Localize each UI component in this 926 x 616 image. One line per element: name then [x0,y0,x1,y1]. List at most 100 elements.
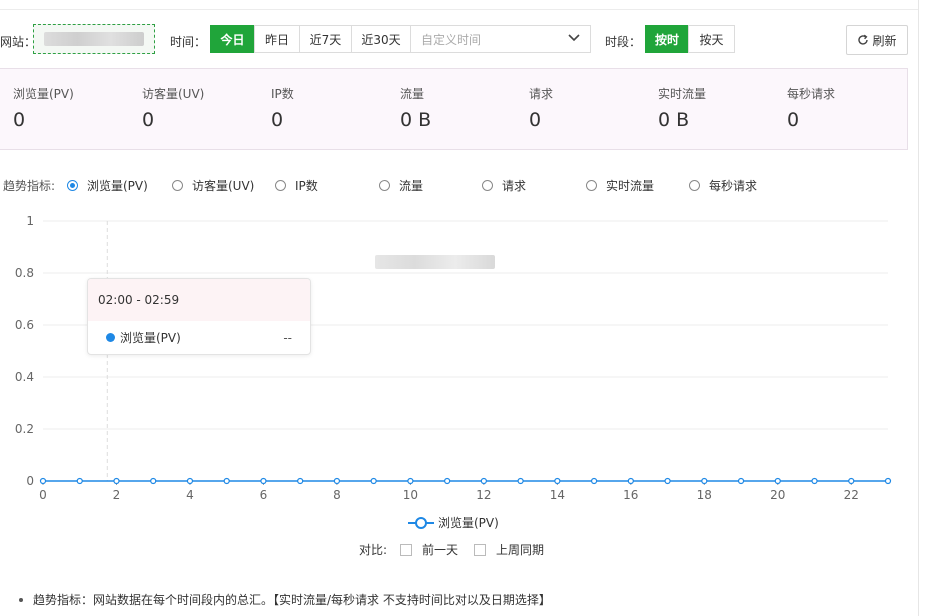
x-tick-label: 8 [333,488,341,502]
compare-option-label: 上周同期 [496,543,545,557]
stat-label: 浏览量(PV) [13,87,74,101]
stat-label: IP数 [271,87,294,101]
trend-chart[interactable]: 00.20.40.60.810 2 4 6 8 10 12 14 16 18 20 22 [0,205,918,507]
time-7days-button[interactable]: 近7天 [299,25,352,53]
data-point [590,477,598,485]
radio-dot[interactable] [689,180,700,191]
stat-value: 0 [787,109,800,131]
bullet [19,597,23,602]
data-point [370,477,377,485]
refresh-icon [858,34,869,45]
y-tick-label: 0.4 [15,370,34,384]
tooltip-series-label: 浏览量(PV) [120,331,181,345]
trend-label: 趋势指标: [3,179,56,193]
trend-option-label: 流量 [399,179,424,193]
data-point [407,477,414,485]
data-point [150,477,157,485]
y-tick-label: 1 [26,214,34,228]
x-tick-label: 14 [550,488,565,502]
compare-prev-day[interactable]: 前一天 [400,541,458,558]
chart-legend[interactable]: 浏览量(PV) [408,514,499,531]
trend-note: 趋势指标：网站数据在每个时间段内的总汇。【实时流量/每秒请求 不支持时间比对以及… [19,591,551,608]
time-today-button[interactable]: 今日 [210,25,255,53]
legend-line-marker-icon [408,516,434,529]
radio-dot[interactable] [482,180,493,191]
y-tick-label: 0.6 [15,318,34,332]
x-tick-label: 20 [770,488,785,502]
x-tick-label: 16 [623,488,638,502]
data-point [627,477,634,485]
data-point [223,477,230,485]
trend-option-label: 请求 [502,179,527,193]
series-marker [106,333,115,342]
radio-dot[interactable] [275,180,286,191]
data-point [444,477,451,485]
trend-radio-qps[interactable]: 每秒请求 [689,177,757,194]
custom-time-input[interactable]: 自定义时间 [410,25,591,53]
site-label: 网站： [0,35,37,49]
trend-option-label: 浏览量(PV) [87,179,148,193]
stat-label: 每秒请求 [787,87,836,101]
checkbox[interactable] [400,543,412,556]
data-point [701,477,708,485]
stat-value: 0 [13,109,26,131]
x-tick-label: 0 [39,488,47,502]
top-divider [0,9,918,10]
data-point [333,477,341,485]
chevron-down-icon [568,34,580,42]
refresh-button[interactable]: 刷新 [846,25,908,55]
time-yesterday-button[interactable]: 昨日 [254,25,300,53]
site-select[interactable] [33,24,155,54]
compare-last-week[interactable]: 上周同期 [474,541,544,558]
y-tick-label: 0.2 [15,422,34,436]
data-point [113,477,120,485]
radio-dot[interactable] [586,180,597,191]
x-tick-label: 4 [186,488,194,502]
data-point [811,477,818,485]
compare-option-label: 前一天 [422,543,459,557]
stat-label: 流量 [400,87,425,101]
trend-radio-ip[interactable]: IP数 [275,177,318,194]
data-point [39,477,47,485]
data-point [480,477,487,485]
tooltip-row: 浏览量(PV) -- [88,321,310,354]
data-point [884,477,892,485]
x-tick-label: 18 [697,488,712,502]
radio-dot[interactable] [67,180,78,191]
stat-value: 0 [529,109,542,131]
trend-radio-uv[interactable]: 访客量(UV) [172,177,254,194]
stat-label: 访客量(UV) [142,87,205,101]
stat-value: 0 B [400,109,432,131]
tooltip-title: 02:00 - 02:59 [88,279,310,321]
trend-radio-traffic[interactable]: 流量 [379,177,423,194]
stat-value: 0 [142,109,155,131]
trend-option-label: 实时流量 [606,179,655,193]
data-point [260,477,267,485]
radio-dot[interactable] [172,180,183,191]
data-point [186,477,194,485]
trend-radio-realtime-traffic[interactable]: 实时流量 [586,177,654,194]
period-day-button[interactable]: 按天 [688,25,735,53]
data-point [76,477,83,485]
refresh-label: 刷新 [872,33,897,48]
period-label: 时段： [605,35,642,49]
data-point [664,477,671,485]
time-label: 时间： [170,35,207,49]
compare-label: 对比: [359,543,388,557]
trend-option-label: IP数 [295,179,318,193]
y-tick-label: 0.8 [15,266,34,280]
site-name-redacted [44,32,144,46]
y-tick-label: 0 [26,474,34,488]
period-hour-button[interactable]: 按时 [645,25,689,53]
trend-radio-pv[interactable]: 浏览量(PV) [67,177,148,194]
chart-title-redacted [375,255,495,269]
stats-panel: 浏览量(PV) 0 访客量(UV) 0 IP数 0 流量 0 B 请求 0 实时… [0,68,908,150]
stat-label: 实时流量 [658,87,707,101]
x-tick-label: 2 [113,488,121,502]
x-tick-label: 10 [403,488,418,502]
time-30days-button[interactable]: 近30天 [351,25,411,53]
checkbox[interactable] [474,543,486,556]
stat-label: 请求 [529,87,554,101]
radio-dot[interactable] [379,180,390,191]
trend-radio-requests[interactable]: 请求 [482,177,526,194]
